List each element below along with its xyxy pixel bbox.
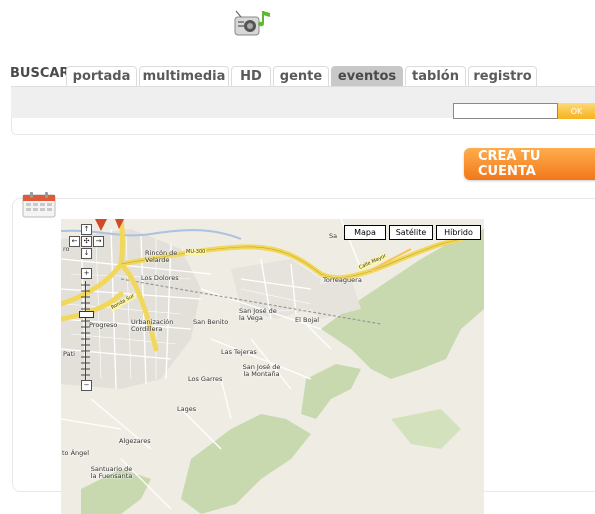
tab-multimedia[interactable]: multimedia (139, 66, 229, 87)
map-type-hibrido[interactable]: Híbrido (436, 225, 481, 240)
tab-hd[interactable]: HD (231, 66, 271, 87)
tab-portada[interactable]: portada (66, 66, 137, 87)
map-type-satelite[interactable]: Satélite (389, 225, 433, 240)
tab-tablon[interactable]: tablón (405, 66, 466, 87)
zoom-track[interactable] (81, 281, 90, 381)
tab-registro[interactable]: registro (468, 66, 537, 87)
place-label: Lages (177, 405, 197, 413)
place-label: El Bojal (295, 316, 320, 324)
subbar (11, 118, 595, 135)
create-account-button[interactable]: CREA TU CUENTA (464, 148, 595, 180)
place-label: Los Dolores (141, 274, 179, 282)
pan-down-button[interactable]: ↓ (81, 248, 92, 259)
place-label: Algezares (119, 437, 151, 445)
radio-music-icon (233, 7, 273, 41)
place-label: Rincón de Velarde (145, 249, 178, 264)
place-label: to Ángel (62, 449, 90, 457)
main-nav: BUSCAR portada multimedia HD gente event… (0, 65, 595, 87)
map-type-mapa[interactable]: Mapa (344, 225, 386, 240)
tab-eventos[interactable]: eventos (331, 66, 403, 87)
place-label: Progreso (89, 321, 118, 329)
place-label: San José de la Montaña (242, 363, 281, 378)
pan-left-button[interactable]: ← (69, 236, 80, 247)
event-map[interactable]: Mapa Satélite Híbrido ↑ ← ✣ → ↓ + − Rinc… (61, 219, 484, 514)
pan-up-button[interactable]: ↑ (81, 224, 92, 235)
place-label: Santuario de la Fuensanta (90, 465, 133, 480)
calendar-icon (22, 190, 56, 218)
place-label: ro (63, 245, 70, 253)
zoom-out-button[interactable]: − (81, 380, 92, 391)
place-label: San José de la Vega (239, 307, 277, 322)
ok-button[interactable]: OK (558, 103, 595, 119)
pan-center-button[interactable]: ✣ (81, 236, 92, 247)
place-label: Pati (63, 350, 75, 358)
tab-gente[interactable]: gente (273, 66, 329, 87)
place-label: Sa (329, 232, 338, 240)
zoom-in-button[interactable]: + (81, 268, 92, 279)
place-label: Las Tejeras (221, 348, 257, 356)
road-label: MU-300 (185, 249, 207, 255)
search-input[interactable] (453, 103, 558, 119)
zoom-slider[interactable] (79, 311, 94, 318)
place-label: Torreaguera (323, 276, 362, 284)
place-label: Los Garres (188, 375, 223, 383)
search-label[interactable]: BUSCAR (10, 66, 69, 81)
place-label: San Benito (193, 318, 229, 326)
place-label: Urbanización Cordillera (131, 318, 174, 333)
pan-right-button[interactable]: → (93, 236, 104, 247)
